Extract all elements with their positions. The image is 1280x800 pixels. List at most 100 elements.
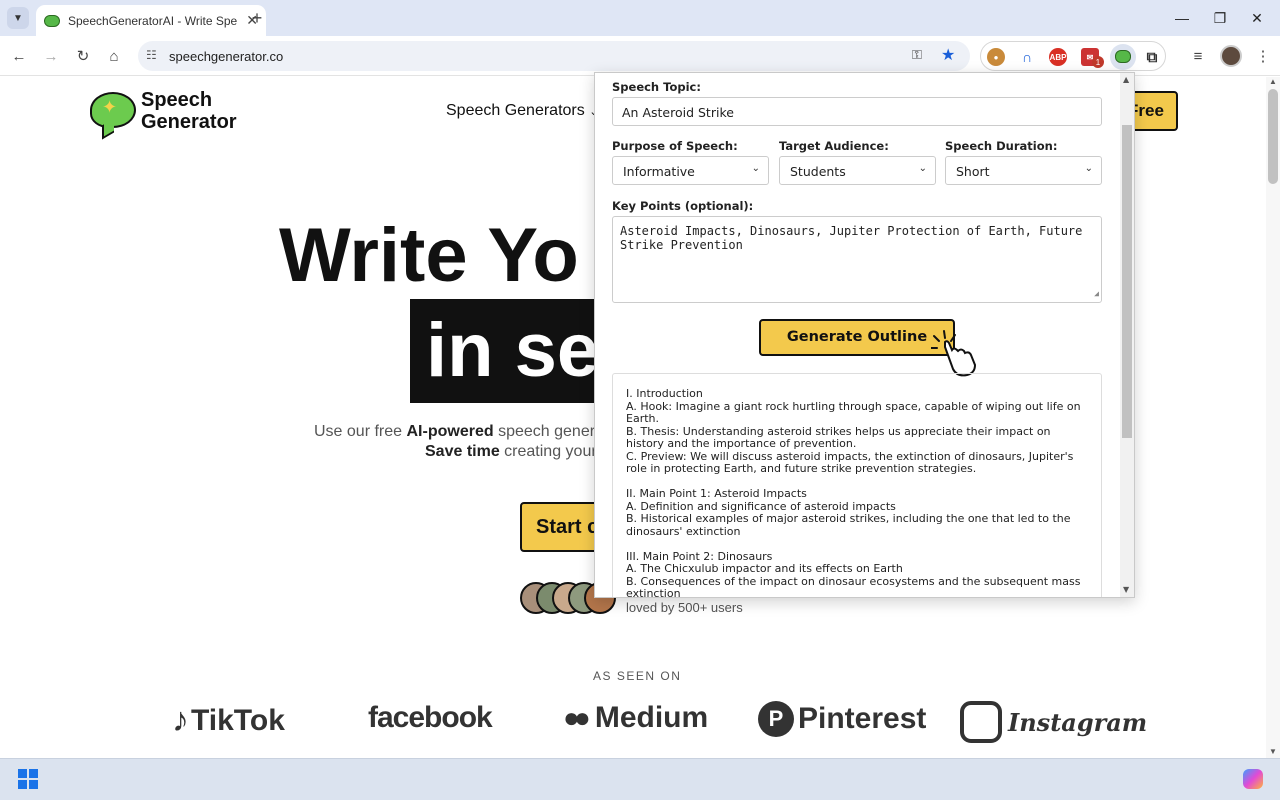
subtext-part: Use our free — [314, 423, 403, 440]
purpose-selected-value: Informative — [623, 164, 695, 179]
outline-line: II. Main Point 1: Asteroid Impacts — [626, 487, 807, 500]
extensions-group: ● ∩ ABP ✉ 1 ⧉ — [980, 41, 1166, 71]
back-arrow-icon[interactable]: ← — [8, 45, 30, 67]
close-window-button[interactable]: ✕ — [1245, 6, 1269, 30]
home-icon[interactable]: ⌂ — [103, 45, 125, 67]
browser-toolbar: ← → ↻ ⌂ ☷ speechgenerator.co ⚿ ★ ● ∩ ABP… — [0, 36, 1280, 76]
outline-line: A. Hook: Imagine a giant rock hurtling t… — [626, 399, 1081, 425]
puzzle-extensions-icon[interactable]: ⧉ — [1143, 48, 1161, 66]
loved-by-text: loved by 500+ users — [626, 600, 743, 615]
hero-subtext: Use our free AI-powered speech genera — [314, 420, 604, 444]
forward-arrow-icon[interactable]: → — [40, 45, 62, 67]
scroll-down-icon[interactable]: ▼ — [1269, 747, 1277, 756]
arc-extension-icon[interactable]: ∩ — [1018, 48, 1036, 66]
pinterest-logo: P Pinterest — [758, 701, 926, 737]
scroll-up-icon[interactable]: ▲ — [1123, 75, 1129, 84]
outline-line: B. Consequences of the impact on dinosau… — [626, 574, 1081, 598]
nav-speech-generators[interactable]: Speech Generators ⌄ — [446, 102, 598, 120]
logo-line-2: Generator — [141, 111, 237, 133]
purpose-select[interactable]: Informative ⌄ — [612, 156, 769, 185]
tiktok-logo: ♪ TikTok — [172, 701, 285, 740]
subtext2-bold: Save time — [425, 443, 500, 460]
chevron-down-icon: ▼ — [13, 12, 23, 24]
site-logo[interactable]: Speech Generator — [141, 89, 251, 133]
speech-generator-popup: Speech Topic: An Asteroid Strike Purpose… — [594, 72, 1135, 598]
scroll-down-icon[interactable]: ▼ — [1123, 585, 1129, 594]
password-key-icon[interactable]: ⚿ — [912, 47, 922, 63]
instagram-icon — [960, 701, 1002, 743]
restore-button[interactable]: ❐ — [1208, 6, 1232, 30]
reading-list-icon[interactable]: ≡ — [1187, 45, 1209, 67]
pointer-hand-icon — [931, 330, 977, 377]
bookmark-star-icon[interactable]: ★ — [941, 45, 955, 65]
medium-wordmark: Medium — [594, 701, 709, 734]
subtext2-part: creating your — [504, 443, 597, 460]
outline-line: I. Introduction — [626, 387, 703, 400]
site-settings-icon[interactable]: ☷ — [146, 48, 157, 62]
outline-gap — [626, 538, 1088, 551]
tiktok-wordmark: TikTok — [191, 703, 285, 737]
menu-dots-icon[interactable]: ⋮ — [1252, 45, 1274, 67]
page-scrollbar[interactable]: ▲ ▼ — [1266, 77, 1280, 758]
hero-heading-line-1: Write Yo — [279, 213, 579, 298]
outline-line: B. Thesis: Understanding asteroid strike… — [626, 424, 1051, 450]
audience-label: Target Audience: — [779, 139, 889, 153]
mail-badge: 1 — [1092, 56, 1104, 68]
key-points-label: Key Points (optional): — [612, 199, 754, 213]
speech-topic-label: Speech Topic: — [612, 80, 701, 94]
instagram-logo: Instagram — [960, 701, 1147, 743]
cookie-extension-icon[interactable]: ● — [987, 48, 1005, 66]
key-points-text: Asteroid Impacts, Dinosaurs, Jupiter Pro… — [620, 224, 1083, 252]
audience-selected-value: Students — [790, 164, 846, 179]
tab-strip: ▼ SpeechGeneratorAI - Write Spe ✕ + — ❐ … — [0, 0, 1280, 36]
taskbar — [0, 758, 1280, 800]
logo-line-1: Speech — [141, 89, 213, 111]
audience-select[interactable]: Students ⌄ — [779, 156, 936, 185]
duration-label: Speech Duration: — [945, 139, 1058, 153]
subtext-bold: AI-powered — [406, 423, 494, 440]
adblock-plus-icon[interactable]: ABP — [1049, 48, 1067, 66]
popup-scrollbar[interactable]: ▲ ▼ — [1120, 73, 1134, 597]
nav-speech-generators-label: Speech Generators — [446, 102, 585, 119]
scroll-up-icon[interactable]: ▲ — [1269, 77, 1277, 86]
purpose-label: Purpose of Speech: — [612, 139, 738, 153]
copilot-icon[interactable] — [1243, 769, 1263, 789]
generated-outline[interactable]: I. Introduction A. Hook: Imagine a giant… — [612, 373, 1102, 598]
subtext-part: speech genera — [498, 423, 604, 440]
chevron-down-icon: ⌄ — [918, 163, 927, 174]
facebook-logo: facebook — [368, 701, 493, 735]
minimize-button[interactable]: — — [1170, 6, 1194, 30]
resize-handle-icon[interactable]: ◢ — [1094, 287, 1099, 301]
chevron-down-icon: ⌄ — [751, 163, 760, 174]
new-tab-button[interactable]: + — [246, 7, 268, 29]
pinterest-icon: P — [758, 701, 794, 737]
browser-tab[interactable]: SpeechGeneratorAI - Write Spe ✕ — [36, 5, 266, 36]
speech-bubble-extension-icon — [1115, 50, 1131, 63]
plus-icon: + — [251, 7, 263, 28]
hero-subtext-2: Save time creating your — [425, 443, 597, 461]
page-scroll-thumb[interactable] — [1268, 89, 1278, 184]
medium-logo: ●● Medium — [563, 701, 708, 735]
as-seen-on-heading: AS SEEN ON — [593, 669, 682, 683]
reload-icon[interactable]: ↻ — [72, 45, 94, 67]
instagram-wordmark: Instagram — [1008, 707, 1148, 737]
tab-search-dropdown[interactable]: ▼ — [7, 7, 29, 29]
hero-heading-line-2: in se — [426, 308, 600, 393]
key-points-textarea[interactable]: Asteroid Impacts, Dinosaurs, Jupiter Pro… — [612, 216, 1102, 303]
speech-topic-input[interactable]: An Asteroid Strike — [612, 97, 1102, 126]
profile-avatar[interactable] — [1220, 45, 1242, 67]
tab-title: SpeechGeneratorAI - Write Spe — [68, 13, 238, 28]
windows-start-icon[interactable] — [18, 769, 38, 789]
medium-icon: ●● — [563, 702, 591, 733]
popup-scroll-thumb[interactable] — [1122, 125, 1132, 438]
pinterest-wordmark: Pinterest — [798, 702, 927, 735]
url-text[interactable]: speechgenerator.co — [169, 49, 283, 64]
outline-line: A. The Chicxulub impactor and its effect… — [626, 562, 903, 575]
duration-select[interactable]: Short ⌄ — [945, 156, 1102, 185]
generate-outline-button[interactable]: Generate Outline — [759, 319, 955, 356]
sparkle-icon: ✦ — [102, 97, 118, 117]
address-bar[interactable]: ☷ speechgenerator.co ⚿ ★ — [138, 41, 970, 71]
duration-selected-value: Short — [956, 164, 990, 179]
speech-bubble-favicon-icon — [44, 14, 60, 27]
facebook-wordmark: facebook — [368, 701, 493, 734]
